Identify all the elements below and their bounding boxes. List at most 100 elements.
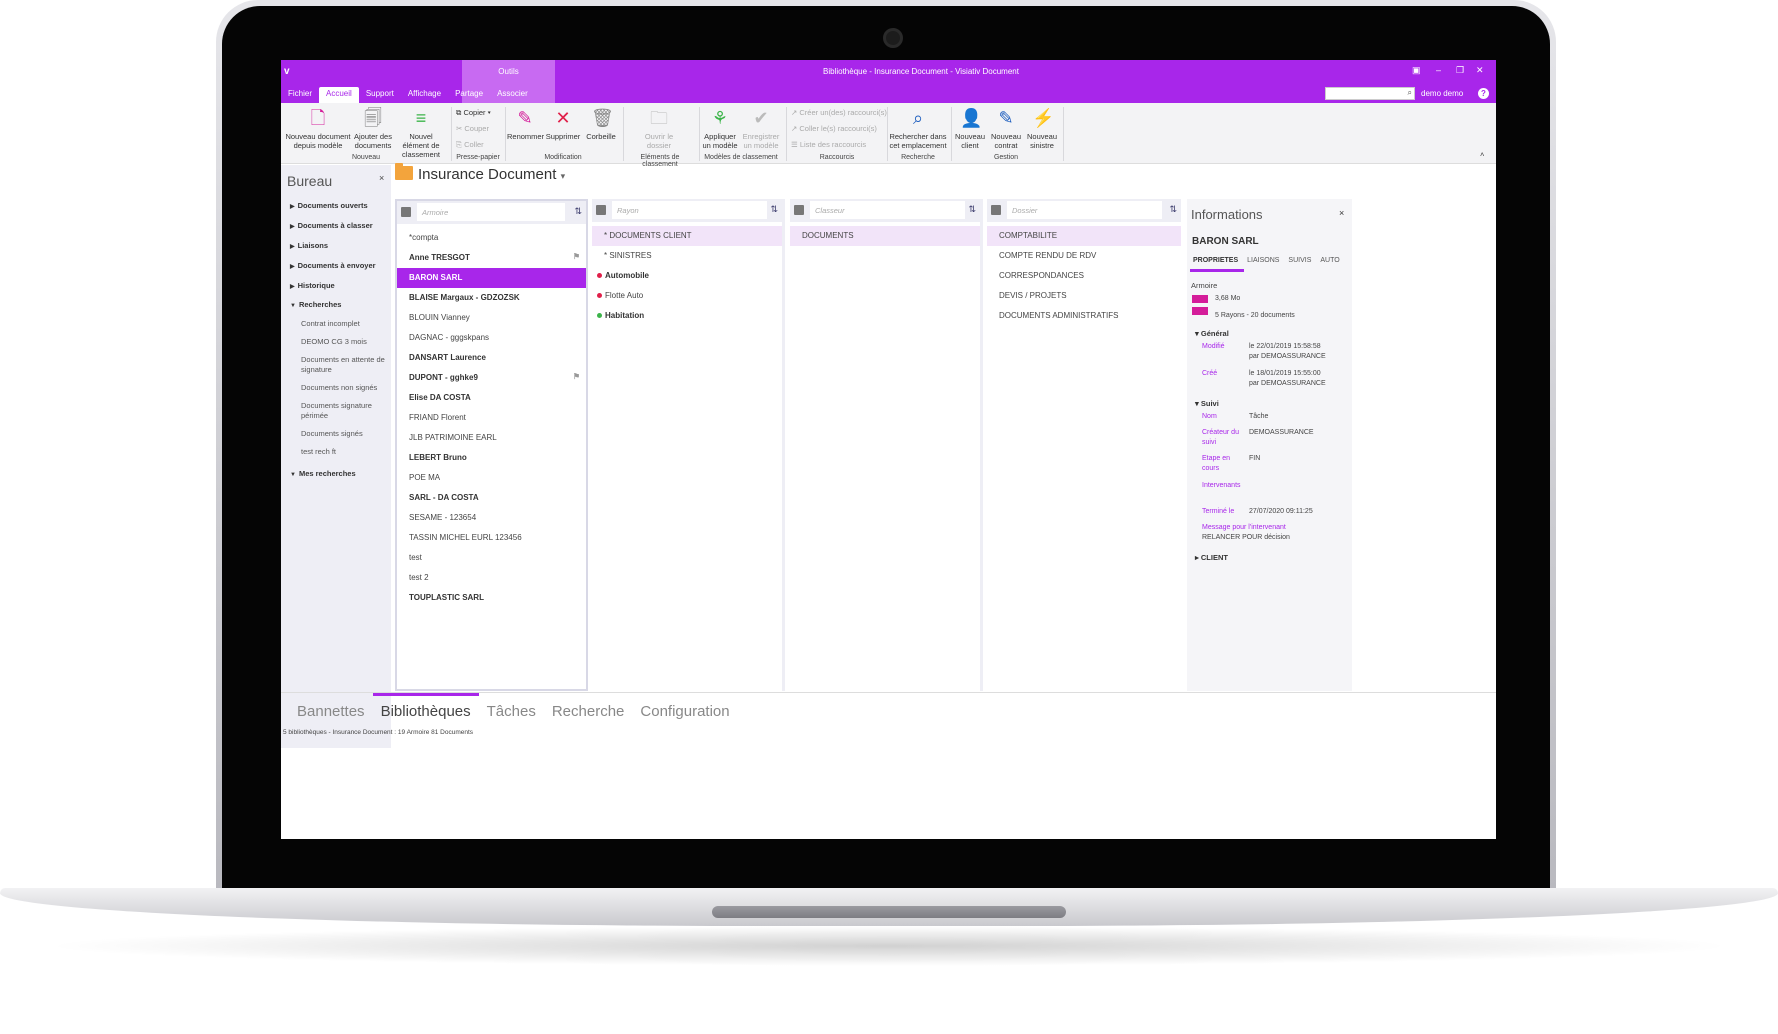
delete-button[interactable]: ✕ Supprimer bbox=[545, 107, 581, 141]
tab-configuration[interactable]: Configuration bbox=[632, 693, 737, 733]
list-item[interactable]: DUPONT - gghke9 ⚑ bbox=[397, 368, 586, 388]
rayon-filter-input[interactable]: Rayon bbox=[612, 201, 767, 219]
copy-button[interactable]: ⧉ Copier ▾ bbox=[456, 108, 491, 118]
new-claim-button[interactable]: ⚡ Nouveau sinistre bbox=[1025, 107, 1059, 150]
list-item[interactable]: * DOCUMENTS CLIENT bbox=[592, 226, 782, 246]
list-item[interactable]: CORRESPONDANCES bbox=[987, 266, 1181, 286]
tab-auto[interactable]: AUTO bbox=[1317, 257, 1345, 272]
search-location-button[interactable]: ⌕ Rechercher dans cet emplacement bbox=[889, 107, 947, 150]
close-bureau-icon[interactable]: × bbox=[379, 173, 384, 183]
list-item[interactable]: TOUPLASTIC SARL bbox=[397, 588, 586, 608]
add-documents-button[interactable]: 🗐 Ajouter des documents bbox=[353, 107, 393, 150]
tab-suivis[interactable]: SUIVIS bbox=[1285, 257, 1317, 272]
list-item[interactable]: DANSART Laurence bbox=[397, 348, 586, 368]
tab-associer[interactable]: Associer bbox=[490, 87, 535, 103]
paste-shortcut-button[interactable]: ↗ Coller le(s) raccourci(s) bbox=[791, 124, 877, 133]
chevron-down-icon[interactable]: ▾ bbox=[561, 171, 566, 181]
search-item[interactable]: DEOMO CG 3 mois bbox=[301, 337, 386, 347]
armoire-filter-input[interactable]: Armoire bbox=[417, 203, 565, 221]
nav-documents-a-classer[interactable]: ▶ Documents à classer bbox=[290, 221, 373, 230]
nav-recherches[interactable]: ▼ Recherches bbox=[290, 300, 341, 309]
tab-fichier[interactable]: Fichier bbox=[281, 87, 319, 103]
new-client-button[interactable]: 👤 Nouveau client bbox=[953, 107, 987, 150]
list-item[interactable]: Flotte Auto bbox=[592, 286, 782, 306]
save-template-button[interactable]: ✔ Enregistrer un modèle bbox=[741, 107, 781, 150]
list-item[interactable]: SARL - DA COSTA bbox=[397, 488, 586, 508]
open-folder-button[interactable]: 🗀 Ouvrir le dossier bbox=[635, 107, 683, 150]
new-document-button[interactable]: 🗋 Nouveau document depuis modèle bbox=[285, 107, 351, 150]
create-shortcut-button[interactable]: ↗ Créer un(des) raccourci(s) bbox=[791, 108, 887, 117]
section-suivi[interactable]: ▾ Suivi bbox=[1195, 399, 1219, 408]
list-item[interactable]: COMPTE RENDU DE RDV bbox=[987, 246, 1181, 266]
cut-button[interactable]: ✂ Couper bbox=[456, 124, 489, 133]
tab-taches[interactable]: Tâches bbox=[479, 693, 544, 733]
close-icon[interactable]: ✕ bbox=[1476, 65, 1484, 76]
tab-proprietes[interactable]: PROPRIETES bbox=[1190, 257, 1245, 272]
nav-liaisons[interactable]: ▶ Liaisons bbox=[290, 241, 328, 250]
search-item[interactable]: Documents non signés bbox=[301, 383, 386, 393]
paste-button[interactable]: ⎘ Coller bbox=[456, 140, 484, 150]
list-item[interactable]: COMPTABILITE bbox=[987, 226, 1181, 246]
list-item[interactable]: *compta bbox=[397, 228, 586, 248]
tab-liaisons[interactable]: LIAISONS bbox=[1244, 257, 1285, 272]
list-item[interactable]: FRIAND Florent bbox=[397, 408, 586, 428]
list-item[interactable]: DOCUMENTS ADMINISTRATIFS bbox=[987, 306, 1181, 326]
search-item[interactable]: Contrat incomplet bbox=[301, 319, 386, 329]
sort-icon[interactable]: ⇅ bbox=[770, 204, 778, 215]
search-item[interactable]: test rech ft bbox=[301, 447, 386, 457]
rename-button[interactable]: ✎ Renommer bbox=[507, 107, 544, 141]
flag-icon[interactable]: ⚑ bbox=[573, 252, 580, 261]
library-title[interactable]: Insurance Document ▾ bbox=[418, 166, 565, 183]
sort-icon[interactable]: ⇅ bbox=[1169, 204, 1177, 215]
tab-support[interactable]: Support bbox=[359, 87, 401, 103]
nav-documents-ouverts[interactable]: ▶ Documents ouverts bbox=[290, 201, 368, 210]
list-item[interactable]: Anne TRESGOT ⚑ bbox=[397, 248, 586, 268]
section-client[interactable]: ▸ CLIENT bbox=[1195, 553, 1228, 562]
list-item[interactable]: DAGNAC - gggskpans bbox=[397, 328, 586, 348]
list-item[interactable]: TASSIN MICHEL EURL 123456 bbox=[397, 528, 586, 548]
flag-icon[interactable]: ⚑ bbox=[573, 372, 580, 381]
list-item[interactable]: Habitation bbox=[592, 306, 782, 326]
classeur-filter-input[interactable]: Classeur bbox=[810, 201, 965, 219]
minimize-icon[interactable]: – bbox=[1436, 65, 1441, 75]
tab-affichage[interactable]: Affichage bbox=[401, 87, 448, 103]
sort-icon[interactable]: ⇅ bbox=[968, 204, 976, 215]
collapse-ribbon-icon[interactable]: ˄ bbox=[1480, 150, 1484, 159]
list-item[interactable]: DOCUMENTS bbox=[790, 226, 980, 246]
maximize-icon[interactable]: ❐ bbox=[1456, 65, 1464, 76]
search-item[interactable]: Documents signature périmée bbox=[301, 401, 386, 421]
close-info-icon[interactable]: × bbox=[1339, 208, 1344, 218]
list-item[interactable]: * SINISTRES bbox=[592, 246, 782, 266]
user-menu[interactable]: demo demo bbox=[1421, 89, 1463, 98]
sort-icon[interactable]: ⇅ bbox=[574, 206, 582, 217]
dossier-filter-input[interactable]: Dossier bbox=[1007, 201, 1162, 219]
tab-recherche[interactable]: Recherche bbox=[544, 693, 633, 733]
trash-button[interactable]: 🗑 Corbeille bbox=[583, 107, 619, 141]
tab-partage[interactable]: Partage bbox=[448, 87, 490, 103]
list-item[interactable]: test bbox=[397, 548, 586, 568]
new-contract-button[interactable]: ✎ Nouveau contrat bbox=[989, 107, 1023, 150]
section-general[interactable]: ▾ Général bbox=[1195, 329, 1229, 338]
list-item[interactable]: test 2 bbox=[397, 568, 586, 588]
list-item[interactable]: LEBERT Bruno bbox=[397, 448, 586, 468]
search-item[interactable]: Documents signés bbox=[301, 429, 386, 439]
help-icon[interactable]: ? bbox=[1478, 88, 1489, 99]
list-item[interactable]: Automobile bbox=[592, 266, 782, 286]
list-item[interactable]: DEVIS / PROJETS bbox=[987, 286, 1181, 306]
tab-bibliotheques[interactable]: Bibliothèques bbox=[372, 693, 479, 733]
search-item[interactable]: Documents en attente de signature bbox=[301, 355, 386, 375]
search-icon[interactable]: ⌕ bbox=[1408, 88, 1412, 98]
restore-icon[interactable]: ▣ bbox=[1412, 65, 1421, 76]
new-item-button[interactable]: ≡ Nouvel élément de classement bbox=[395, 107, 447, 159]
list-item[interactable]: SESAME - 123654 bbox=[397, 508, 586, 528]
tab-bannettes[interactable]: Bannettes bbox=[289, 693, 373, 733]
nav-historique[interactable]: ▶ Historique bbox=[290, 281, 335, 290]
list-item-selected[interactable]: BARON SARL bbox=[397, 268, 586, 288]
tab-accueil[interactable]: Accueil bbox=[319, 87, 359, 103]
nav-mes-recherches[interactable]: ▼ Mes recherches bbox=[290, 469, 356, 478]
shortcut-list-button[interactable]: ☰ Liste des raccourcis bbox=[791, 140, 866, 149]
list-item[interactable]: BLAISE Margaux - GDZOZSK bbox=[397, 288, 586, 308]
list-item[interactable]: BLOUIN Vianney bbox=[397, 308, 586, 328]
list-item[interactable]: POE MA bbox=[397, 468, 586, 488]
nav-documents-a-envoyer[interactable]: ▶ Documents à envoyer bbox=[290, 261, 376, 270]
